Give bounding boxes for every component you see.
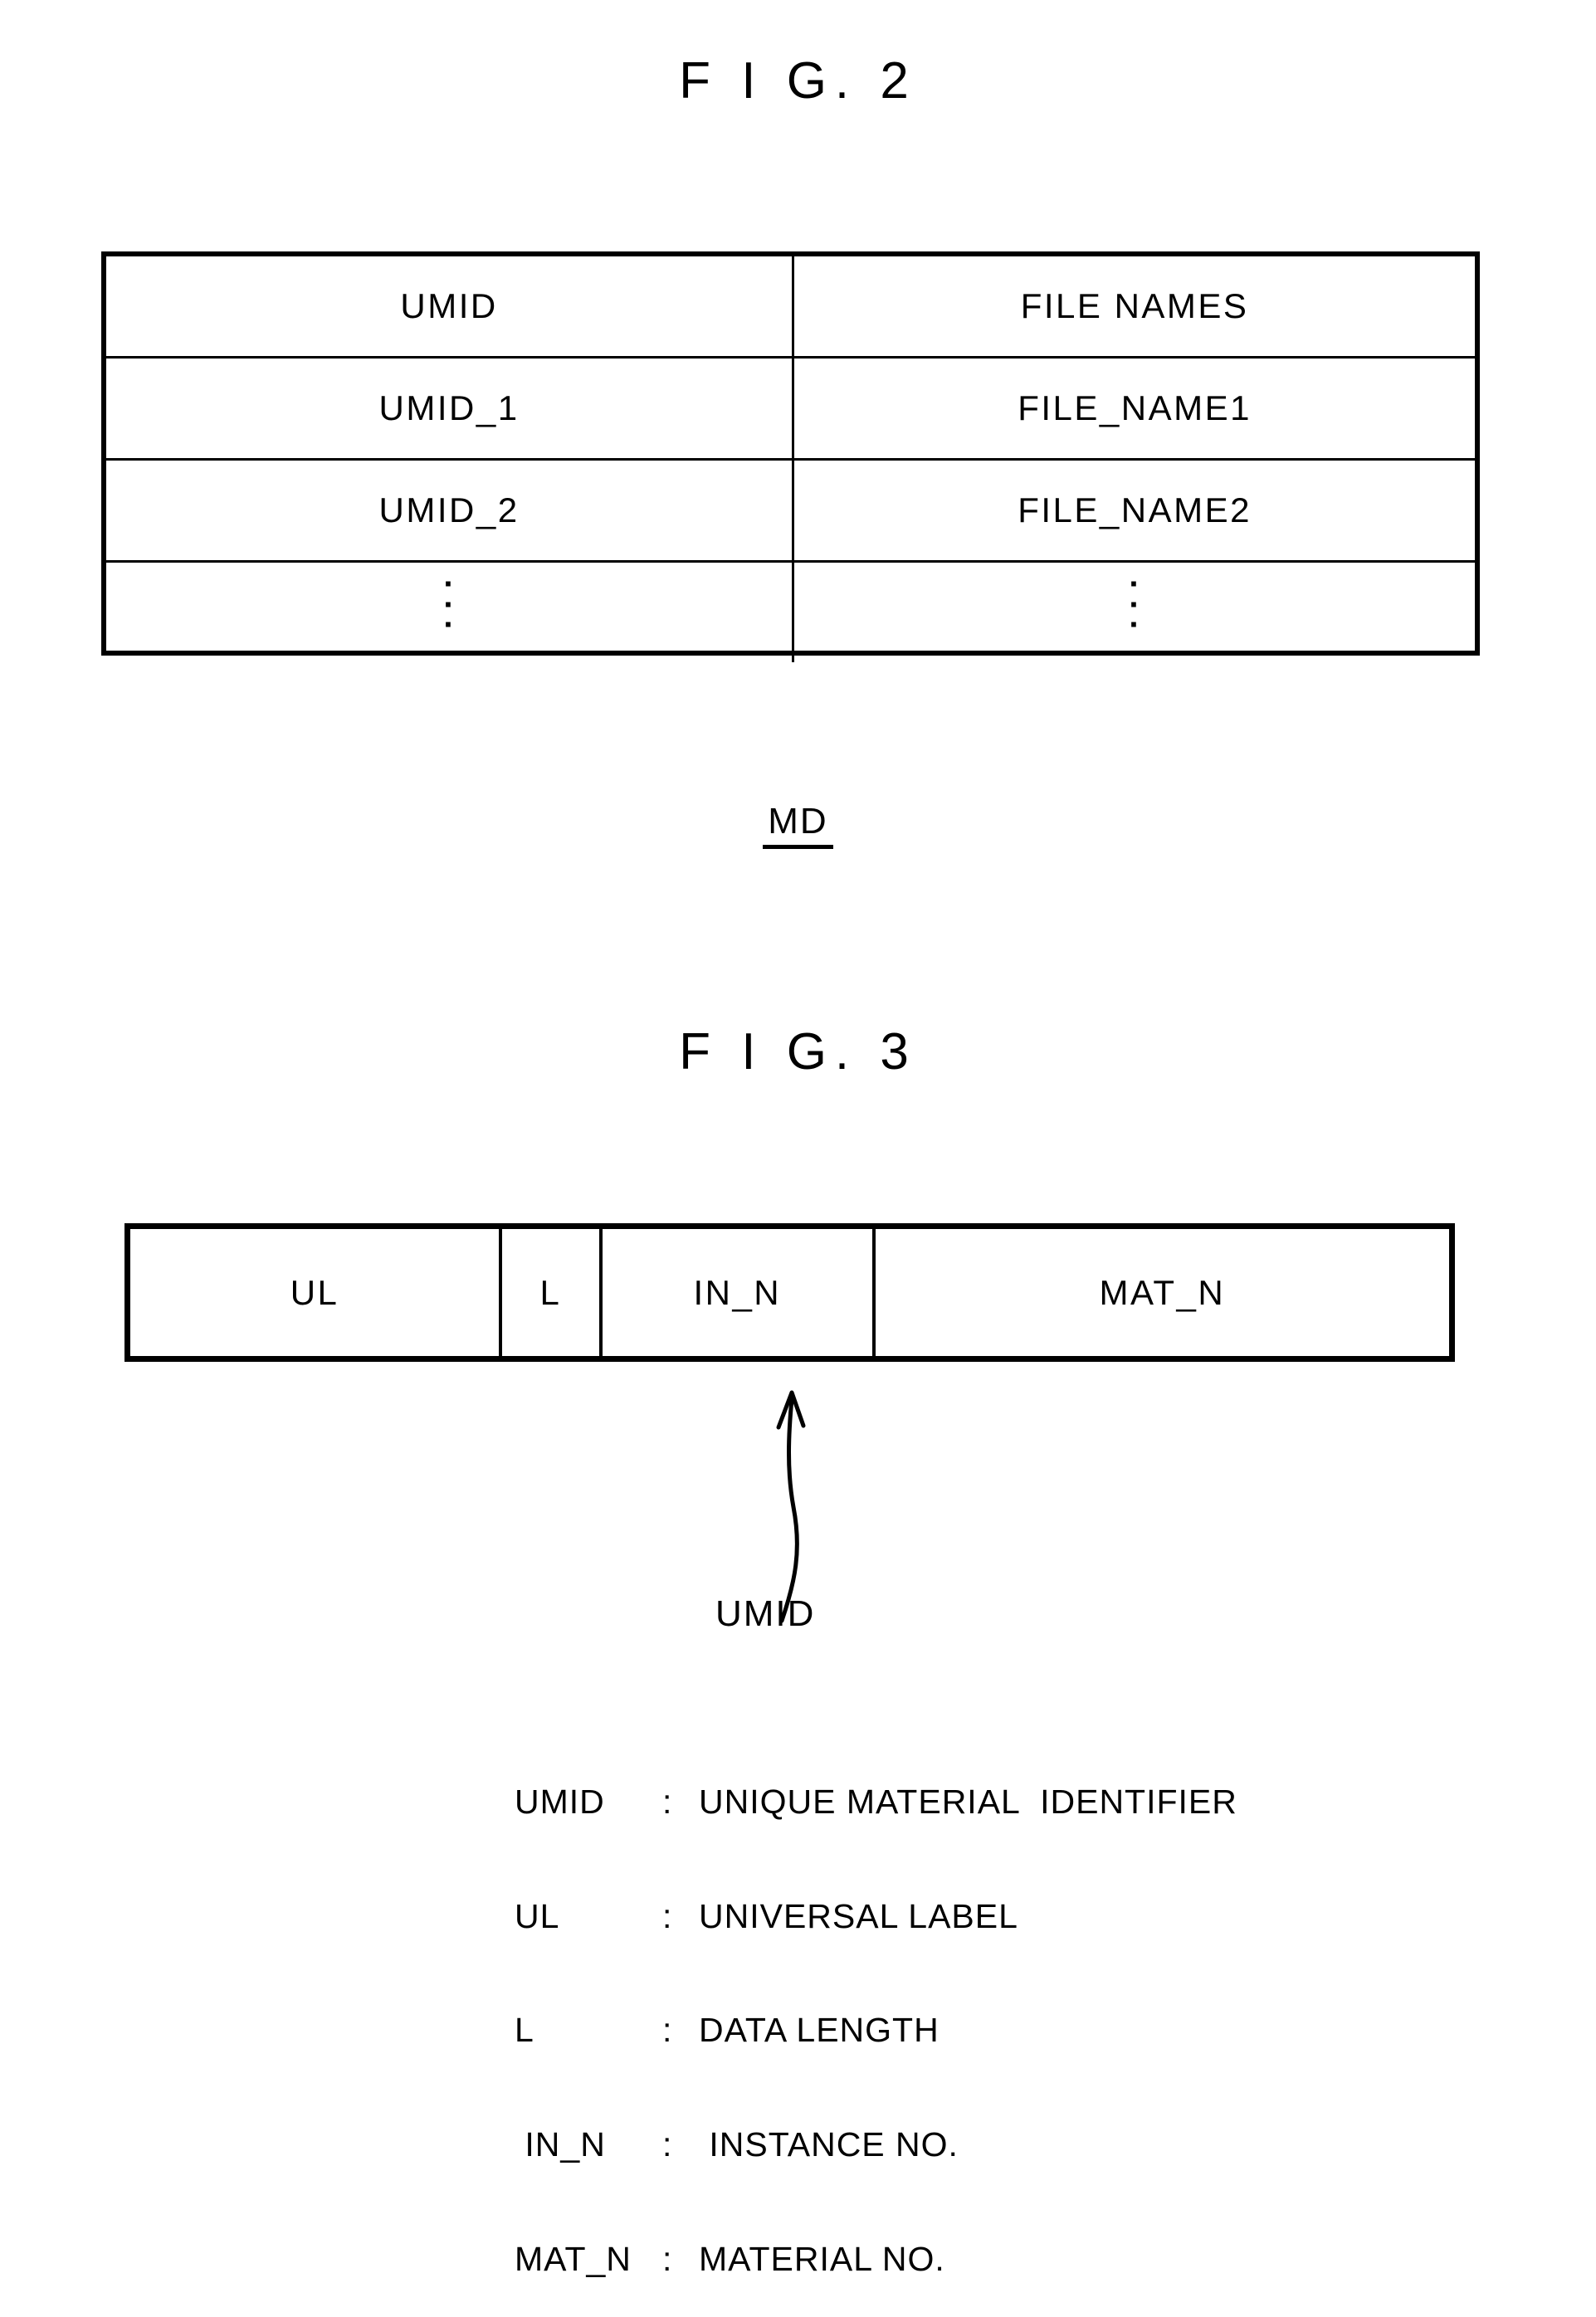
table-row: UMID_1 FILE_NAME1 [106, 356, 1475, 461]
metadata-table: UMID FILE NAMES UMID_1 FILE_NAME1 UMID_2… [101, 251, 1480, 662]
legend-colon: : [662, 2239, 673, 2278]
legend-desc-in-n: INSTANCE NO. [699, 2124, 959, 2163]
md-caption-label: MD [763, 801, 833, 849]
legend-desc-l: DATA LENGTH [699, 2011, 940, 2050]
umid-filename-table: UMID FILE NAMES UMID_1 FILE_NAME1 UMID_2… [106, 256, 1475, 662]
umid-structure-bar: UL L IN_N MAT_N [124, 1223, 1455, 1362]
legend-row: L : DATA LENGTH [515, 2011, 1237, 2050]
legend-desc-ul: UNIVERSAL LABEL [699, 1896, 1018, 1935]
bar-segment-ul: UL [130, 1229, 503, 1356]
legend-colon: : [662, 2124, 673, 2163]
bar-segment-l: L [502, 1229, 603, 1356]
cell-file-name-ellipsis: · · · [792, 560, 1475, 662]
table-row-ellipsis: · · · · · · [106, 560, 1475, 662]
abbreviation-legend: UMID : UNIQUE MATERIAL IDENTIFIER UL : U… [515, 1707, 1237, 2317]
cell-umid-2: UMID_2 [106, 458, 795, 563]
vertical-ellipsis-icon: · · · [1129, 565, 1140, 644]
legend-row: UMID : UNIQUE MATERIAL IDENTIFIER [515, 1783, 1237, 1822]
legend-term-l: L [515, 2011, 534, 2050]
table-row: UMID_2 FILE_NAME2 [106, 458, 1475, 563]
bar-segment-in-n: IN_N [603, 1229, 876, 1356]
legend-colon: : [662, 1896, 673, 1935]
cell-umid-ellipsis: · · · [106, 560, 795, 662]
vertical-ellipsis-icon: · · · [443, 565, 455, 644]
legend-term-mat-n: MAT_N [515, 2239, 632, 2278]
cell-file-name-1: FILE_NAME1 [792, 356, 1475, 461]
table-header-row: UMID FILE NAMES [106, 256, 1475, 359]
figure-3-title: F I G. 3 [679, 1023, 917, 1080]
figure-2-title: F I G. 2 [679, 52, 917, 110]
umid-callout-arrow-icon [776, 1390, 806, 1623]
legend-row: MAT_N : MATERIAL NO. [515, 2239, 1237, 2279]
bar-segment-mat-n: MAT_N [1099, 1272, 1226, 1312]
md-caption: MD [0, 801, 1596, 849]
cell-umid-1: UMID_1 [106, 356, 795, 461]
legend-colon: : [662, 2011, 673, 2050]
legend-term-in-n: IN_N [515, 2124, 606, 2163]
legend-colon: : [662, 1782, 673, 1821]
legend-row: UL : UNIVERSAL LABEL [515, 1896, 1237, 1936]
legend-term-umid: UMID [515, 1782, 605, 1821]
umid-callout-label: UMID [715, 1593, 816, 1634]
cell-file-name-2: FILE_NAME2 [792, 458, 1475, 563]
legend-desc-umid: UNIQUE MATERIAL IDENTIFIER [699, 1782, 1237, 1821]
column-header-umid: UMID [106, 256, 795, 359]
legend-term-ul: UL [515, 1896, 560, 1935]
legend-row: IN_N : INSTANCE NO. [515, 2124, 1237, 2164]
legend-desc-mat-n: MATERIAL NO. [699, 2239, 945, 2278]
column-header-file-names: FILE NAMES [792, 256, 1475, 359]
